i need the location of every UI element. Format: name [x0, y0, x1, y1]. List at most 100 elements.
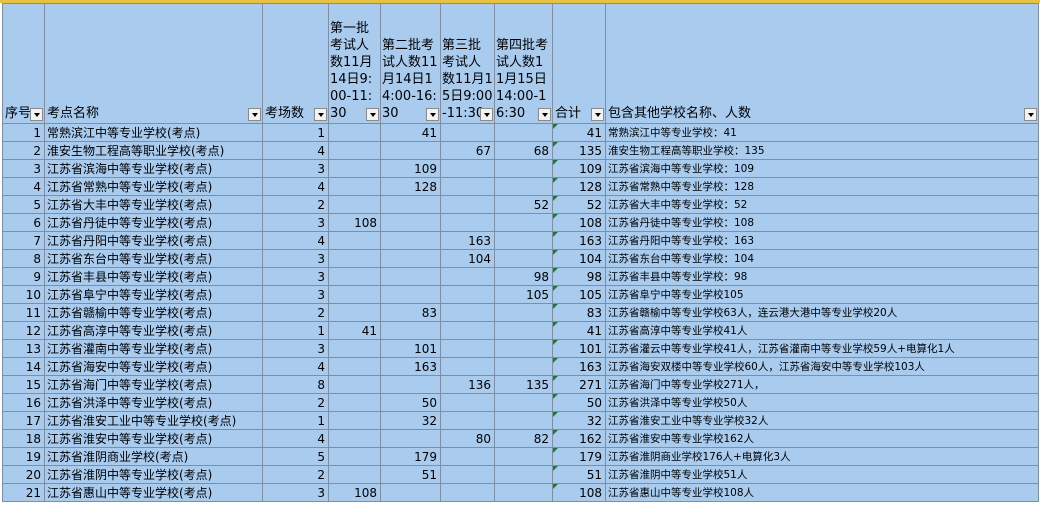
- cell-includes[interactable]: 江苏省赣榆中等专业学校63人，连云港大港中等专业学校20人: [605, 303, 1039, 322]
- cell-batch2[interactable]: 163: [380, 357, 441, 376]
- cell-includes[interactable]: 江苏省常熟中等专业学校：128: [605, 177, 1039, 196]
- cell-rooms[interactable]: 8: [262, 375, 329, 394]
- cell-batch4[interactable]: 52: [494, 195, 553, 214]
- cell-batch3[interactable]: [440, 303, 495, 322]
- cell-batch2[interactable]: [380, 429, 441, 448]
- cell-total[interactable]: 101: [552, 339, 606, 358]
- cell-seq[interactable]: 8: [2, 249, 45, 268]
- cell-includes[interactable]: 江苏省滨海中等专业学校：109: [605, 159, 1039, 178]
- cell-seq[interactable]: 9: [2, 267, 45, 286]
- cell-batch1[interactable]: [328, 411, 381, 430]
- filter-dropdown-icon[interactable]: [538, 108, 551, 121]
- cell-seq[interactable]: 6: [2, 213, 45, 232]
- filter-dropdown-icon[interactable]: [426, 108, 439, 121]
- cell-total[interactable]: 163: [552, 357, 606, 376]
- cell-exam-site[interactable]: 江苏省海安中等专业学校(考点): [44, 357, 263, 376]
- cell-batch2[interactable]: 179: [380, 447, 441, 466]
- cell-rooms[interactable]: 3: [262, 249, 329, 268]
- cell-exam-site[interactable]: 常熟滨江中等专业学校(考点): [44, 123, 263, 142]
- cell-exam-site[interactable]: 江苏省淮阴中等专业学校(考点): [44, 465, 263, 484]
- cell-batch4[interactable]: [494, 339, 553, 358]
- cell-batch4[interactable]: [494, 465, 553, 484]
- cell-rooms[interactable]: 1: [262, 411, 329, 430]
- cell-batch3[interactable]: [440, 339, 495, 358]
- cell-total[interactable]: 163: [552, 231, 606, 250]
- cell-exam-site[interactable]: 江苏省丹徒中等专业学校(考点): [44, 213, 263, 232]
- cell-includes[interactable]: 江苏省大丰中等专业学校：52: [605, 195, 1039, 214]
- cell-batch2[interactable]: 51: [380, 465, 441, 484]
- cell-exam-site[interactable]: 江苏省惠山中等专业学校(考点): [44, 483, 263, 502]
- cell-exam-site[interactable]: 江苏省丹阳中等专业学校(考点): [44, 231, 263, 250]
- cell-includes[interactable]: 江苏省阜宁中等专业学校105: [605, 285, 1039, 304]
- cell-includes[interactable]: 江苏省丹阳中等专业学校：163: [605, 231, 1039, 250]
- cell-batch2[interactable]: [380, 321, 441, 340]
- cell-exam-site[interactable]: 江苏省丰县中等专业学校(考点): [44, 267, 263, 286]
- cell-batch1[interactable]: 41: [328, 321, 381, 340]
- cell-exam-site[interactable]: 江苏省海门中等专业学校(考点): [44, 375, 263, 394]
- cell-includes[interactable]: 江苏省海门中等专业学校271人，: [605, 375, 1039, 394]
- cell-batch3[interactable]: 163: [440, 231, 495, 250]
- cell-batch4[interactable]: [494, 303, 553, 322]
- cell-batch1[interactable]: [328, 177, 381, 196]
- cell-exam-site[interactable]: 江苏省灌南中等专业学校(考点): [44, 339, 263, 358]
- cell-batch2[interactable]: [380, 285, 441, 304]
- cell-batch4[interactable]: [494, 177, 553, 196]
- cell-batch1[interactable]: [328, 159, 381, 178]
- cell-total[interactable]: 128: [552, 177, 606, 196]
- cell-seq[interactable]: 5: [2, 195, 45, 214]
- cell-rooms[interactable]: 2: [262, 393, 329, 412]
- cell-batch2[interactable]: 128: [380, 177, 441, 196]
- cell-batch2[interactable]: 83: [380, 303, 441, 322]
- cell-batch2[interactable]: 101: [380, 339, 441, 358]
- cell-batch4[interactable]: [494, 393, 553, 412]
- cell-includes[interactable]: 江苏省淮阴商业学校176人+电算化3人: [605, 447, 1039, 466]
- cell-total[interactable]: 108: [552, 213, 606, 232]
- cell-rooms[interactable]: 4: [262, 429, 329, 448]
- cell-exam-site[interactable]: 江苏省赣榆中等专业学校(考点): [44, 303, 263, 322]
- cell-includes[interactable]: 江苏省惠山中等专业学校108人: [605, 483, 1039, 502]
- cell-batch4[interactable]: 105: [494, 285, 553, 304]
- cell-exam-site[interactable]: 江苏省常熟中等专业学校(考点): [44, 177, 263, 196]
- cell-batch4[interactable]: 82: [494, 429, 553, 448]
- cell-batch1[interactable]: [328, 231, 381, 250]
- cell-total[interactable]: 104: [552, 249, 606, 268]
- cell-rooms[interactable]: 3: [262, 267, 329, 286]
- cell-batch4[interactable]: [494, 231, 553, 250]
- cell-total[interactable]: 162: [552, 429, 606, 448]
- cell-total[interactable]: 83: [552, 303, 606, 322]
- cell-batch3[interactable]: 67: [440, 141, 495, 160]
- cell-rooms[interactable]: 3: [262, 213, 329, 232]
- cell-rooms[interactable]: 3: [262, 285, 329, 304]
- cell-seq[interactable]: 16: [2, 393, 45, 412]
- filter-dropdown-icon[interactable]: [314, 108, 327, 121]
- filter-dropdown-icon[interactable]: [591, 108, 604, 121]
- cell-batch3[interactable]: [440, 357, 495, 376]
- cell-batch1[interactable]: [328, 465, 381, 484]
- cell-seq[interactable]: 10: [2, 285, 45, 304]
- cell-seq[interactable]: 18: [2, 429, 45, 448]
- cell-batch2[interactable]: 32: [380, 411, 441, 430]
- cell-rooms[interactable]: 2: [262, 195, 329, 214]
- cell-rooms[interactable]: 1: [262, 123, 329, 142]
- cell-rooms[interactable]: 4: [262, 177, 329, 196]
- cell-batch2[interactable]: [380, 249, 441, 268]
- cell-batch3[interactable]: [440, 393, 495, 412]
- cell-batch4[interactable]: [494, 123, 553, 142]
- cell-seq[interactable]: 13: [2, 339, 45, 358]
- cell-batch3[interactable]: [440, 177, 495, 196]
- filter-dropdown-icon[interactable]: [366, 108, 379, 121]
- cell-batch4[interactable]: 98: [494, 267, 553, 286]
- cell-seq[interactable]: 14: [2, 357, 45, 376]
- cell-batch4[interactable]: 135: [494, 375, 553, 394]
- cell-batch2[interactable]: [380, 231, 441, 250]
- cell-seq[interactable]: 7: [2, 231, 45, 250]
- cell-batch3[interactable]: [440, 483, 495, 502]
- cell-batch2[interactable]: [380, 267, 441, 286]
- cell-batch4[interactable]: [494, 411, 553, 430]
- cell-batch4[interactable]: [494, 159, 553, 178]
- cell-batch1[interactable]: [328, 141, 381, 160]
- cell-seq[interactable]: 21: [2, 483, 45, 502]
- cell-batch2[interactable]: 109: [380, 159, 441, 178]
- cell-includes[interactable]: 江苏省高淳中等专业学校41人: [605, 321, 1039, 340]
- cell-batch3[interactable]: [440, 465, 495, 484]
